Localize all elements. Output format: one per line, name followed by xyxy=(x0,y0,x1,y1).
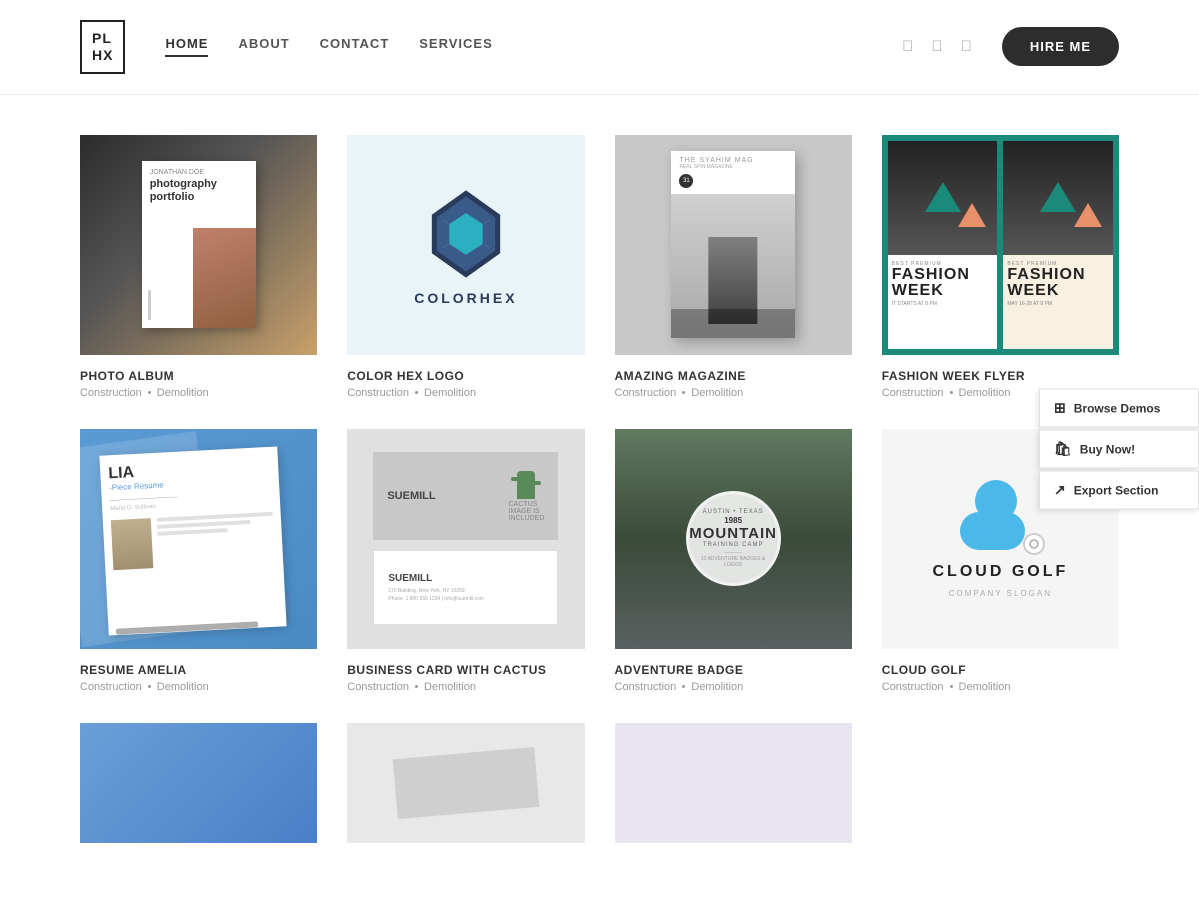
youtube-icon[interactable]:  xyxy=(961,38,972,55)
thumb-fashion: BEST PREMIUM FASHIONWEEK IT STARTS AT 8 … xyxy=(882,135,1119,355)
portfolio-meta: Construction Demolition xyxy=(80,387,317,399)
portfolio-title: FASHION WEEK FLYER xyxy=(882,369,1119,383)
twitter-icon[interactable]:  xyxy=(931,38,942,55)
meta-separator xyxy=(415,391,418,394)
portfolio-meta: Construction Demolition xyxy=(615,681,852,693)
meta-separator xyxy=(682,391,685,394)
nav-services[interactable]: SERVICES xyxy=(419,36,493,57)
thumb-adventure: AUSTIN • TEXAS 1985 MOUNTAIN TRAINING CA… xyxy=(615,429,852,649)
portfolio-item-resume[interactable]: LIA -Piece Resume ──────────────── Maria… xyxy=(80,429,317,693)
nav-home[interactable]: HOME xyxy=(165,36,208,57)
portfolio-grid: JONATHAN DOE photographyportfolio PHOTO … xyxy=(80,135,1119,857)
social-icons:    xyxy=(902,38,972,55)
portfolio-title: ADVENTURE BADGE xyxy=(615,663,852,677)
portfolio-title: BUSINESS CARD WITH CACTUS xyxy=(347,663,584,677)
nav-contact[interactable]: CONTACT xyxy=(320,36,390,57)
portfolio-item-partial-2[interactable] xyxy=(347,723,584,857)
logo[interactable]: PL HX xyxy=(80,20,125,74)
thumb-colorhex: COLORHEX xyxy=(347,135,584,355)
portfolio-title: RESUME AMELIA xyxy=(80,663,317,677)
portfolio-item-color-hex[interactable]: COLORHEX COLOR HEX LOGO Construction Dem… xyxy=(347,135,584,399)
main-nav: HOME ABOUT CONTACT SERVICES xyxy=(165,36,492,57)
portfolio-meta: Construction Demolition xyxy=(80,681,317,693)
portfolio-item-adventure[interactable]: AUSTIN • TEXAS 1985 MOUNTAIN TRAINING CA… xyxy=(615,429,852,693)
meta-separator xyxy=(148,391,151,394)
thumb-partial-3 xyxy=(615,723,852,843)
browse-demos-icon: ⊞ xyxy=(1054,400,1066,417)
floating-panel: ⊞ Browse Demos 🛍 Buy Now! ↗ Export Secti… xyxy=(1039,389,1199,510)
thumb-partial-2 xyxy=(347,723,584,843)
portfolio-item-partial-1[interactable] xyxy=(80,723,317,857)
browse-demos-button[interactable]: ⊞ Browse Demos xyxy=(1039,389,1199,428)
main-content: JONATHAN DOE photographyportfolio PHOTO … xyxy=(0,95,1199,897)
facebook-icon[interactable]:  xyxy=(902,38,913,55)
portfolio-item-bizcard[interactable]: SUEMILL CACTUSIMAGE ISINCLUDED SUEMILL 1… xyxy=(347,429,584,693)
thumb-bizcard: SUEMILL CACTUSIMAGE ISINCLUDED SUEMILL 1… xyxy=(347,429,584,649)
portfolio-item-magazine[interactable]: THE SYAHIM MAG REAL SPIN MAGAZINE 31 AMA… xyxy=(615,135,852,399)
buy-now-button[interactable]: 🛍 Buy Now! xyxy=(1039,430,1199,469)
meta-separator xyxy=(148,685,151,688)
meta-separator xyxy=(950,391,953,394)
nav-about[interactable]: ABOUT xyxy=(238,36,289,57)
header: PL HX HOME ABOUT CONTACT SERVICES    … xyxy=(0,0,1199,95)
portfolio-meta: Construction Demolition xyxy=(347,387,584,399)
meta-separator xyxy=(415,685,418,688)
buy-now-icon: 🛍 xyxy=(1054,441,1072,458)
portfolio-meta: Construction Demolition xyxy=(615,387,852,399)
hire-me-button[interactable]: HIRE ME xyxy=(1002,27,1119,66)
portfolio-title: CLOUD GOLF xyxy=(882,663,1119,677)
portfolio-title: COLOR HEX LOGO xyxy=(347,369,584,383)
meta-separator xyxy=(950,685,953,688)
portfolio-item-partial-3[interactable] xyxy=(615,723,852,857)
portfolio-item-photo-album[interactable]: JONATHAN DOE photographyportfolio PHOTO … xyxy=(80,135,317,399)
portfolio-title: PHOTO ALBUM xyxy=(80,369,317,383)
thumb-magazine: THE SYAHIM MAG REAL SPIN MAGAZINE 31 xyxy=(615,135,852,355)
export-section-button[interactable]: ↗ Export Section xyxy=(1039,471,1199,510)
thumb-photo-album: JONATHAN DOE photographyportfolio xyxy=(80,135,317,355)
meta-separator xyxy=(682,685,685,688)
thumb-resume: LIA -Piece Resume ──────────────── Maria… xyxy=(80,429,317,649)
portfolio-item-fashion[interactable]: BEST PREMIUM FASHIONWEEK IT STARTS AT 8 … xyxy=(882,135,1119,399)
portfolio-title: AMAZING MAGAZINE xyxy=(615,369,852,383)
portfolio-meta: Construction Demolition xyxy=(882,681,1119,693)
export-icon: ↗ xyxy=(1054,482,1066,499)
portfolio-meta: Construction Demolition xyxy=(347,681,584,693)
thumb-partial-1 xyxy=(80,723,317,843)
